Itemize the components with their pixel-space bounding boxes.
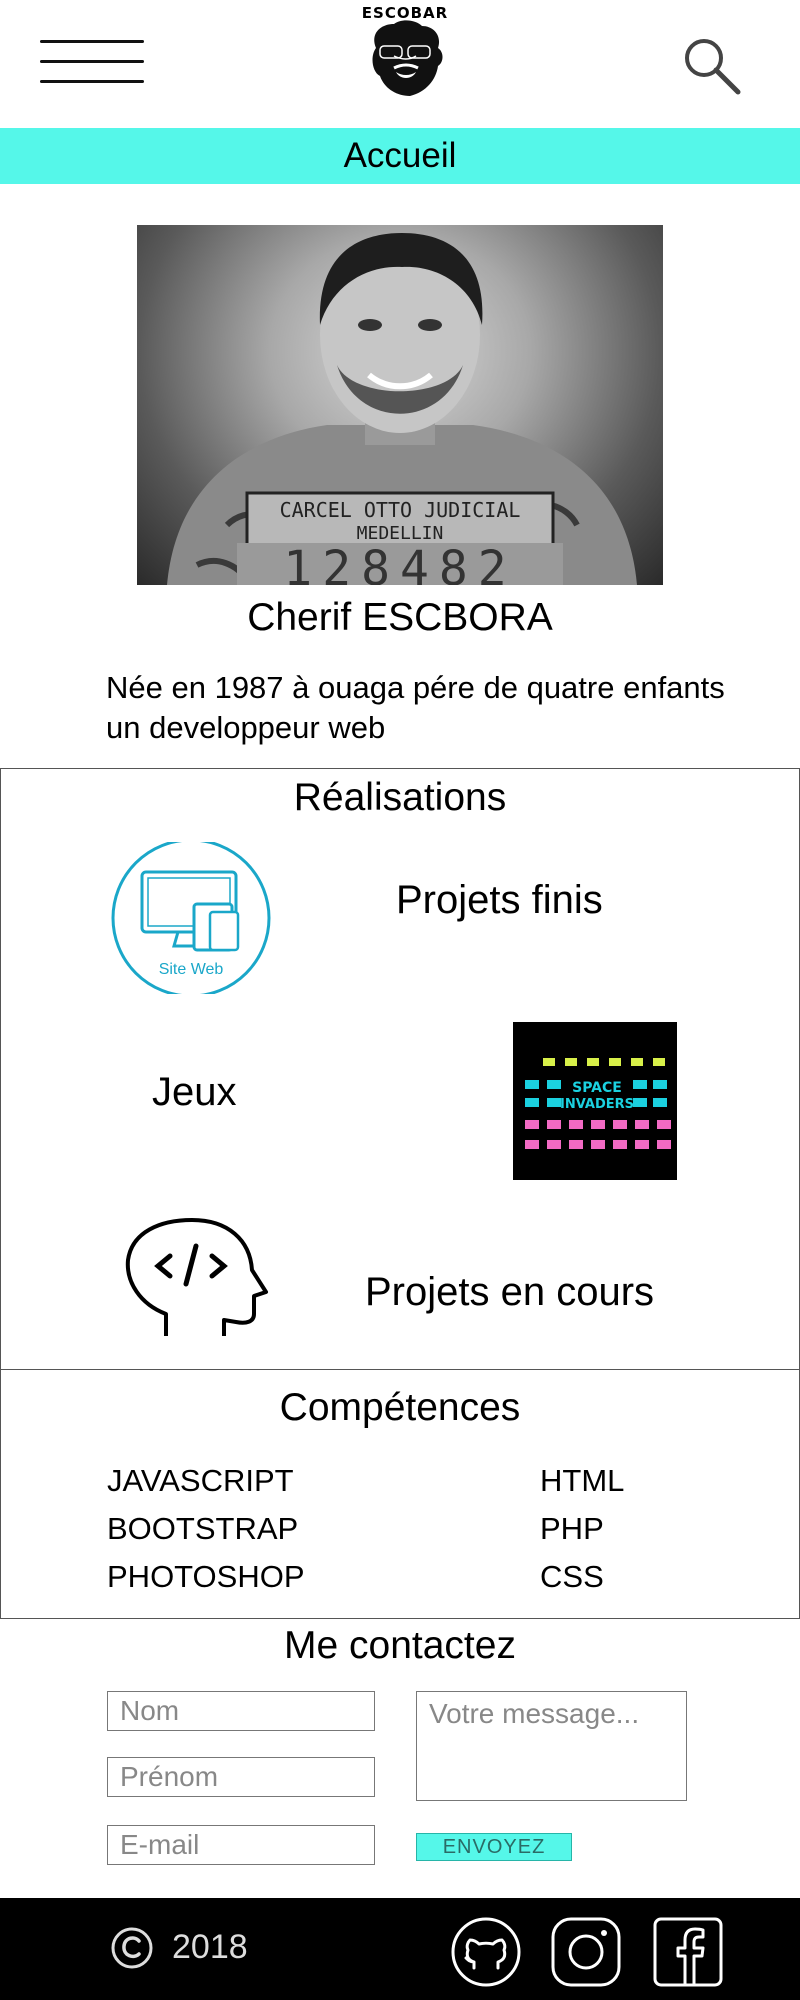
hamburger-menu-icon[interactable] <box>40 36 144 88</box>
skill-html: HTML <box>540 1463 625 1498</box>
realisations-title: Réalisations <box>293 776 507 819</box>
skill-css: CSS <box>540 1559 604 1594</box>
space-invaders-image[interactable]: SPACE INVADERS <box>513 1022 677 1180</box>
nav-active-tab[interactable]: Accueil <box>0 128 800 184</box>
jeux-label[interactable]: Jeux <box>152 1070 237 1115</box>
prenom-field[interactable] <box>107 1757 375 1797</box>
projets-finis-label[interactable]: Projets finis <box>396 878 603 923</box>
coding-head-icon[interactable] <box>120 1218 280 1338</box>
instagram-icon[interactable] <box>550 1916 622 1988</box>
projets-en-cours-label[interactable]: Projets en cours <box>365 1270 654 1315</box>
page: ESCOBAR Accueil CARCEL OTTO JUDICIAL MED… <box>0 0 800 2000</box>
profile-bio: Née en 1987 à ouaga pére de quatre enfan… <box>106 670 725 745</box>
space-invaders-line1: SPACE <box>572 1080 622 1096</box>
email-field[interactable] <box>107 1825 375 1865</box>
facebook-icon[interactable] <box>652 1916 724 1988</box>
competences-title: Compétences <box>279 1386 521 1429</box>
logo[interactable]: ESCOBAR <box>350 4 460 108</box>
escobar-silhouette-icon <box>372 20 443 96</box>
header: ESCOBAR <box>0 0 800 128</box>
site-web-icon[interactable]: Site Web <box>110 838 272 998</box>
profile-name: Cherif ESCBORA <box>247 596 553 639</box>
photo-sign-line1: CARCEL OTTO JUDICIAL <box>280 498 521 522</box>
search-button[interactable] <box>680 34 744 98</box>
profile-photo: CARCEL OTTO JUDICIAL MEDELLIN 128482 <box>137 225 663 585</box>
footer-year: 2018 <box>172 1928 248 1966</box>
github-icon[interactable] <box>450 1916 522 1988</box>
space-invaders-line2: INVADERS <box>560 1097 634 1112</box>
skill-php: PHP <box>540 1511 604 1546</box>
search-icon <box>685 39 741 95</box>
contact-title: Me contactez <box>284 1624 516 1667</box>
photo-number: 128482 <box>283 541 516 585</box>
skill-javascript: JAVASCRIPT <box>107 1463 294 1498</box>
nom-field[interactable] <box>107 1691 375 1731</box>
skill-photoshop: PHOTOSHOP <box>107 1559 305 1594</box>
skill-bootstrap: BOOTSTRAP <box>107 1511 299 1546</box>
send-button[interactable]: ENVOYEZ <box>416 1833 572 1861</box>
copyright-icon <box>111 1927 153 1969</box>
footer: 2018 <box>0 1898 800 2000</box>
message-field[interactable] <box>416 1691 687 1801</box>
site-web-label: Site Web <box>159 961 224 978</box>
